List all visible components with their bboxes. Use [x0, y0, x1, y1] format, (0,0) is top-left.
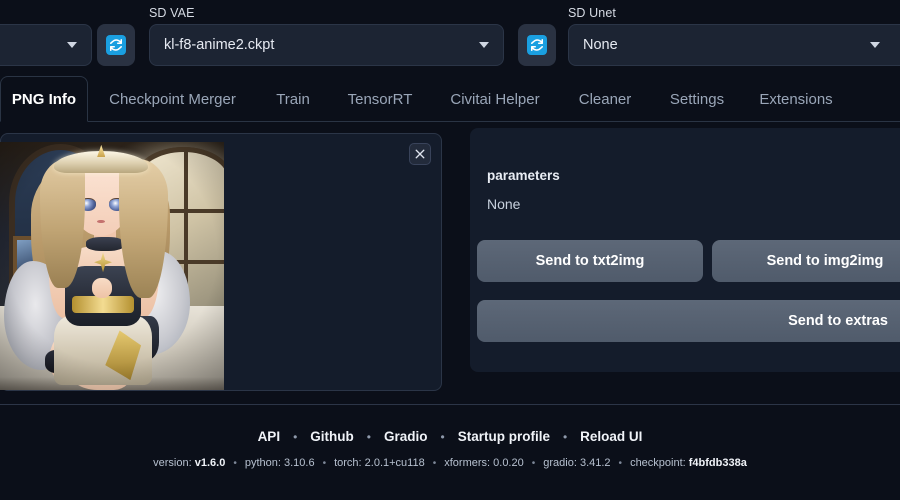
sd-vae-label: SD VAE: [149, 6, 195, 20]
parameters-panel: parameters None Send to txt2img Send to …: [470, 128, 900, 372]
tab-train[interactable]: Train: [257, 76, 329, 122]
version-item-version: version: v1.6.0: [153, 457, 226, 469]
footer: API • Github • Gradio • Startup profile …: [0, 405, 900, 500]
refresh-icon: [106, 35, 126, 55]
version-info: version: v1.6.0 • python: 3.10.6 • torch…: [147, 457, 753, 469]
tab-checkpoint-merger[interactable]: Checkpoint Merger: [95, 76, 250, 122]
main-content: parameters None Send to txt2img Send to …: [0, 128, 900, 400]
refresh-vae-button[interactable]: [97, 24, 135, 66]
bullet-separator: •: [432, 457, 437, 469]
tab-extensions[interactable]: Extensions: [746, 76, 846, 122]
tab-settings[interactable]: Settings: [653, 76, 741, 122]
tab-tensorrt[interactable]: TensorRT: [335, 76, 425, 122]
version-item-python: python: 3.10.6: [244, 457, 315, 469]
version-item-gradio: gradio: 3.41.2: [543, 457, 611, 469]
image-preview-panel: [0, 133, 442, 391]
tab-cleaner[interactable]: Cleaner: [563, 76, 647, 122]
chevron-down-icon: [479, 42, 489, 48]
chevron-down-icon: [67, 42, 77, 48]
tab-png-info[interactable]: PNG Info: [0, 76, 88, 122]
preview-image[interactable]: [0, 142, 224, 390]
footer-link-github[interactable]: Github: [297, 429, 367, 444]
footer-link-api[interactable]: API: [245, 429, 294, 444]
bullet-separator: •: [618, 457, 623, 469]
refresh-unet-button[interactable]: [518, 24, 556, 66]
send-to-img2img-button[interactable]: Send to img2img: [712, 240, 900, 282]
bullet-separator: •: [531, 457, 536, 469]
close-icon: [415, 149, 425, 159]
footer-link-gradio[interactable]: Gradio: [371, 429, 441, 444]
close-image-button[interactable]: [409, 143, 431, 165]
parameters-label: parameters: [487, 168, 560, 183]
sd-unet-dropdown[interactable]: None: [568, 24, 900, 66]
footer-link-startup-profile[interactable]: Startup profile: [445, 429, 563, 444]
sd-vae-field: SD VAE kl-f8-anime2.ckpt: [149, 0, 504, 72]
stable-diffusion-webui: SD VAE kl-f8-anime2.ckpt SD Unet None PN…: [0, 0, 900, 500]
bullet-separator: •: [233, 457, 237, 469]
footer-link-reload-ui[interactable]: Reload UI: [567, 429, 655, 444]
refresh-icon: [527, 35, 547, 55]
left-model-field: [0, 0, 92, 72]
sd-vae-value: kl-f8-anime2.ckpt: [164, 37, 275, 53]
sd-unet-field: SD Unet None: [568, 0, 900, 72]
version-item-checkpoint: checkpoint: f4bfdb338a: [630, 457, 747, 469]
sd-unet-value: None: [583, 37, 618, 53]
version-item-torch: torch: 2.0.1+cu118: [334, 457, 425, 469]
send-to-extras-button[interactable]: Send to extras: [477, 300, 900, 342]
footer-links: API • Github • Gradio • Startup profile …: [245, 429, 656, 444]
tab-bar: PNG Info Checkpoint Merger Train TensorR…: [0, 76, 900, 122]
version-item-xformers: xformers: 0.0.20: [444, 457, 524, 469]
tab-civitai-helper[interactable]: Civitai Helper: [432, 76, 558, 122]
sd-vae-dropdown[interactable]: kl-f8-anime2.ckpt: [149, 24, 504, 66]
generated-artwork: [0, 142, 224, 390]
left-model-dropdown[interactable]: [0, 24, 92, 66]
parameters-value: None: [487, 196, 521, 212]
chevron-down-icon: [870, 42, 880, 48]
top-toolbar: SD VAE kl-f8-anime2.ckpt SD Unet None: [0, 0, 900, 72]
send-to-txt2img-button[interactable]: Send to txt2img: [477, 240, 703, 282]
bullet-separator: •: [322, 457, 327, 469]
sd-unet-label: SD Unet: [568, 6, 616, 20]
